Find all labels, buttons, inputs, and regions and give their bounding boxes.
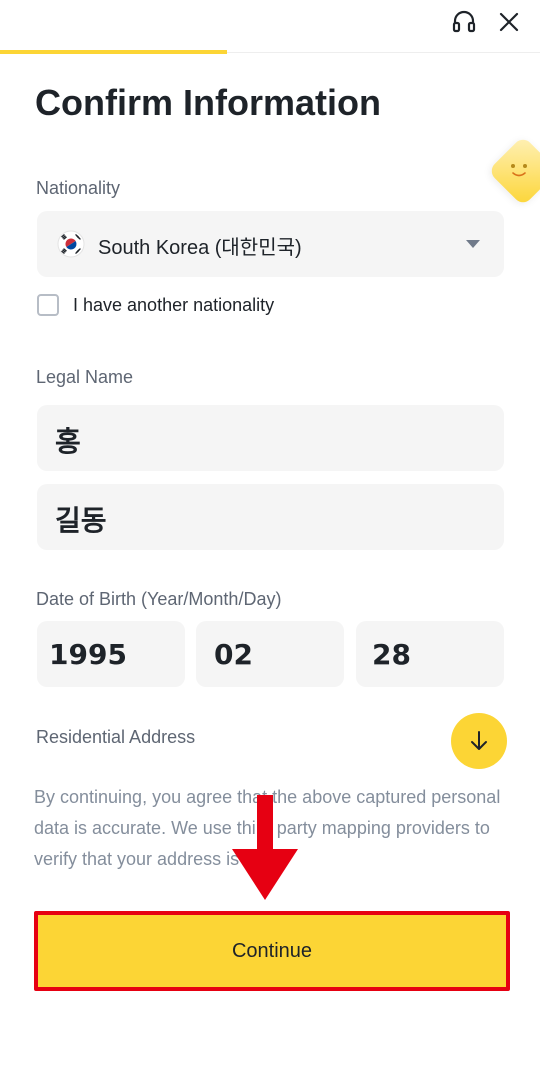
date-of-birth-label: Date of Birth (Year/Month/Day)	[36, 589, 282, 609]
chevron-down-icon	[466, 240, 480, 248]
legal-name-label: Legal Name	[36, 367, 134, 387]
another-nationality-checkbox[interactable]	[37, 294, 59, 316]
nationality-label: Nationality	[36, 178, 121, 198]
another-nationality-label[interactable]: I have another nationality	[73, 295, 274, 316]
scroll-down-button[interactable]	[451, 713, 507, 769]
continue-button-label: Continue	[231, 939, 313, 962]
last-name-input[interactable]: 홍	[37, 405, 504, 471]
last-name-value: 홍	[55, 425, 81, 458]
close-icon	[499, 12, 519, 32]
continue-button[interactable]: Continue	[34, 911, 510, 991]
headset-icon	[452, 10, 476, 33]
progress-bar-fill	[0, 50, 227, 54]
dob-day-input[interactable]: 28	[356, 621, 504, 687]
mascot-face-icon	[511, 164, 527, 177]
dob-year-input[interactable]: 1995	[37, 621, 185, 687]
first-name-value: 길동	[55, 504, 107, 537]
dob-day-value: 28	[372, 638, 411, 671]
dob-month-input[interactable]: 02	[196, 621, 344, 687]
support-button[interactable]	[448, 6, 480, 38]
nationality-select[interactable]: South Korea (대한민국)	[37, 211, 504, 277]
dob-month-value: 02	[214, 638, 253, 671]
annotation-arrow-icon	[232, 795, 298, 900]
close-button[interactable]	[493, 6, 525, 38]
residential-address-label: Residential Address	[36, 727, 196, 747]
first-name-input[interactable]: 길동	[37, 484, 504, 550]
dob-year-value: 1995	[49, 638, 127, 671]
page-title: Confirm Information	[35, 82, 381, 123]
south-korea-flag-icon	[57, 230, 85, 258]
arrow-down-icon	[471, 731, 487, 750]
nationality-value: South Korea (대한민국)	[98, 237, 302, 259]
